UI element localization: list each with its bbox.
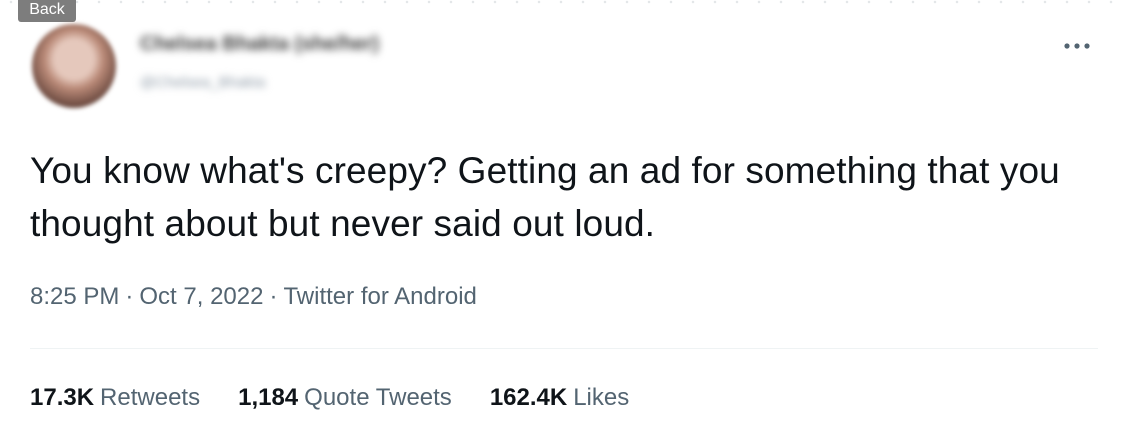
more-horizontal-icon xyxy=(1064,43,1090,49)
divider xyxy=(30,348,1098,349)
tweet-meta: 8:25 PM · Oct 7, 2022 · Twitter for Android xyxy=(30,283,477,311)
tweet-date-link[interactable]: Oct 7, 2022 xyxy=(139,283,263,310)
likes-label: Likes xyxy=(573,384,630,411)
tweet-source-link[interactable]: Twitter for Android xyxy=(283,283,476,310)
back-button[interactable]: Back xyxy=(18,0,76,22)
tweet-time-link[interactable]: 8:25 PM xyxy=(30,283,119,310)
retweets-stat[interactable]: 17.3K Retweets xyxy=(30,384,200,412)
top-border xyxy=(0,0,1128,4)
retweets-count: 17.3K xyxy=(30,384,95,411)
meta-separator: · xyxy=(125,283,134,310)
author-display-name[interactable]: Chelsea Bhakta (she/her) xyxy=(140,33,379,56)
avatar[interactable] xyxy=(32,24,116,108)
likes-count: 162.4K xyxy=(489,384,568,411)
tweet-stats: 17.3K Retweets 1,184 Quote Tweets 162.4K Li… xyxy=(30,384,629,412)
likes-stat[interactable]: 162.4K Likes xyxy=(490,384,629,412)
tweet-text: You know what's creepy? Getting an ad fo… xyxy=(30,150,1060,244)
quote-tweets-label: Quote Tweets xyxy=(304,384,452,411)
quote-tweets-count: 1,184 xyxy=(238,384,299,411)
quote-tweets-stat[interactable]: 1,184 Quote Tweets xyxy=(238,384,452,412)
more-options-button[interactable] xyxy=(1060,34,1094,58)
retweets-label: Retweets xyxy=(100,384,201,411)
meta-separator: · xyxy=(269,283,278,310)
author-handle[interactable]: @Chelsea_Bhakta xyxy=(140,74,265,91)
